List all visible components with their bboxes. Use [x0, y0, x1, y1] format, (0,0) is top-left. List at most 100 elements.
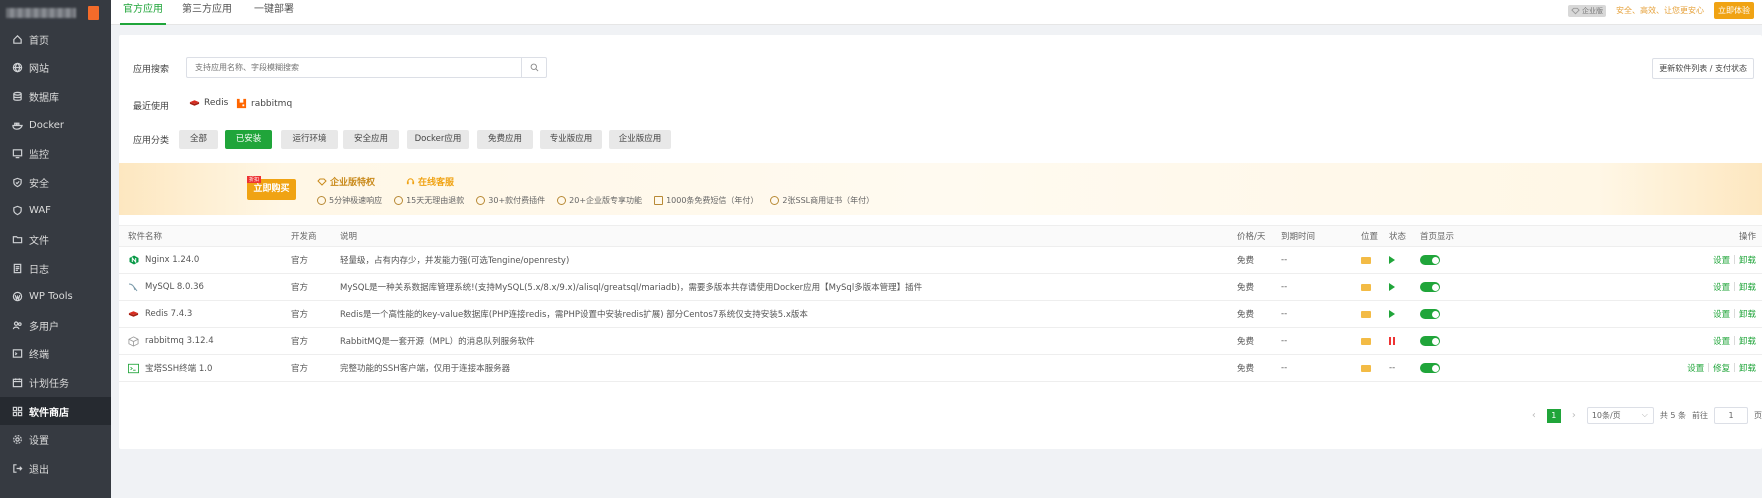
tab-one-click-deploy[interactable]: 一键部署: [254, 0, 294, 25]
try-now-button[interactable]: 立即体验: [1714, 2, 1754, 19]
category-free[interactable]: 免费应用: [477, 130, 533, 149]
sidebar-item[interactable]: 首页: [0, 25, 111, 54]
recent-item-redis[interactable]: Redis: [189, 98, 228, 108]
sidebar-item-label: 多用户: [29, 321, 59, 333]
sidebar-item[interactable]: 文件: [0, 225, 111, 254]
status-cell: [1389, 247, 1395, 273]
app-name-cell[interactable]: MySQL 8.0.36: [128, 274, 204, 300]
folder-icon[interactable]: [1361, 364, 1371, 372]
sidebar-item[interactable]: 软件商店: [0, 396, 111, 426]
diamond-icon: [317, 178, 327, 186]
update-software-list-button[interactable]: 更新软件列表 / 支付状态: [1652, 58, 1754, 79]
sidebar-item[interactable]: 网站: [0, 54, 111, 83]
terminal-icon: [11, 348, 23, 360]
tab-third-party-apps[interactable]: 第三方应用: [182, 0, 232, 25]
goto-page-input[interactable]: 1: [1714, 407, 1748, 424]
enterprise-privilege-title[interactable]: 企业版特权: [317, 175, 375, 188]
action-link[interactable]: 修复: [1713, 362, 1730, 374]
category-pro[interactable]: 专业版应用: [540, 130, 602, 149]
sidebar-item-label: 终端: [29, 350, 49, 362]
app-name-cell[interactable]: 宝塔SSH终端 1.0: [128, 355, 212, 381]
category-security[interactable]: 安全应用: [343, 130, 399, 149]
app-name-cell[interactable]: Redis 7.4.3: [128, 301, 192, 327]
homepage-toggle[interactable]: [1420, 363, 1440, 373]
enterprise-promo: 企业版 安全、高效、让您更安心 立即体验: [1568, 2, 1754, 19]
category-docker[interactable]: Docker应用: [407, 130, 469, 149]
folder-icon[interactable]: [1361, 283, 1371, 291]
action-link[interactable]: 设置: [1687, 362, 1704, 374]
sidebar-item[interactable]: WAF: [0, 197, 111, 226]
category-installed[interactable]: 已安装: [225, 130, 272, 149]
wordpress-icon: [11, 291, 23, 303]
action-link[interactable]: 卸载: [1739, 335, 1756, 347]
action-link[interactable]: 卸载: [1739, 281, 1756, 293]
search-input[interactable]: [187, 58, 521, 77]
sidebar-item[interactable]: 退出: [0, 454, 111, 483]
sidebar-item[interactable]: WP Tools: [0, 282, 111, 311]
sidebar-logo: [0, 0, 111, 25]
sidebar-item-label: 首页: [29, 35, 49, 47]
col-header-description: 说明: [340, 232, 358, 242]
sidebar-item-label: 日志: [29, 264, 49, 276]
action-link[interactable]: 设置: [1713, 281, 1730, 293]
alert-badge-icon[interactable]: [88, 5, 99, 20]
developer-cell: 官方: [291, 337, 309, 347]
homepage-toggle[interactable]: [1420, 336, 1440, 346]
category-enterprise[interactable]: 企业版应用: [609, 130, 671, 149]
folder-icon[interactable]: [1361, 256, 1371, 264]
folder-icon[interactable]: [1361, 310, 1371, 318]
action-link[interactable]: 设置: [1713, 308, 1730, 320]
homepage-toggle[interactable]: [1420, 309, 1440, 319]
sidebar-item[interactable]: 设置: [0, 425, 111, 454]
developer-cell: 官方: [291, 256, 309, 266]
prev-page-button[interactable]: ‹: [1527, 409, 1541, 423]
app-name: 宝塔SSH终端 1.0: [145, 364, 213, 374]
app-name-cell[interactable]: rabbitmq 3.12.4: [128, 328, 214, 354]
app-name-cell[interactable]: Nginx 1.24.0: [128, 247, 199, 273]
enterprise-badge-label: 企业版: [1582, 6, 1603, 15]
sidebar-item[interactable]: 数据库: [0, 82, 111, 111]
sidebar-item[interactable]: 安全: [0, 168, 111, 197]
expire-cell: --: [1281, 282, 1288, 292]
homepage-toggle[interactable]: [1420, 255, 1440, 265]
action-link[interactable]: 设置: [1713, 335, 1730, 347]
status-cell: [1389, 274, 1395, 300]
category-runtime[interactable]: 运行环境: [281, 130, 338, 149]
action-link[interactable]: 卸载: [1739, 254, 1756, 266]
tab-official-apps[interactable]: 官方应用: [120, 0, 166, 25]
category-all[interactable]: 全部: [179, 130, 218, 149]
sidebar-item[interactable]: 监控: [0, 139, 111, 168]
page-size-select[interactable]: 10条/页: [1586, 407, 1654, 424]
action-link[interactable]: 卸载: [1739, 308, 1756, 320]
table-row: Redis 7.4.3 官方 Redis是一个高性能的key-value数据库(…: [119, 301, 1762, 328]
feature-text: 20+企业版专享功能: [569, 196, 643, 205]
description-cell: 轻量级，占有内存少，并发能力强(可选Tengine/openresty): [340, 256, 570, 266]
online-support-link[interactable]: 在线客服: [406, 175, 454, 188]
price-cell: 免费: [1237, 337, 1255, 347]
sidebar-item[interactable]: 计划任务: [0, 368, 111, 397]
stopped-pause-icon[interactable]: [1389, 337, 1395, 345]
sidebar-item[interactable]: 多用户: [0, 311, 111, 340]
feature-item: 1000条免费短信（年付）: [654, 195, 758, 206]
running-play-icon[interactable]: [1389, 283, 1395, 291]
action-link[interactable]: 卸载: [1739, 362, 1756, 374]
running-play-icon[interactable]: [1389, 256, 1395, 264]
sidebar-item[interactable]: 日志: [0, 254, 111, 283]
recent-item-rabbitmq[interactable]: rabbitmq: [236, 98, 292, 109]
current-page[interactable]: 1: [1546, 408, 1561, 423]
enterprise-banner: 立即购买 折扣 企业版特权 在线客服 5分钟极速响应 15天无理由退款 30+款…: [119, 163, 1762, 215]
sidebar-item[interactable]: Docker: [0, 111, 111, 140]
sidebar-item-label: 设置: [29, 436, 49, 448]
headset-icon: [406, 178, 415, 185]
description-cell: MySQL是一种关系数据库管理系统!(支持MySQL(5.x/8.x/9.x)/…: [340, 283, 923, 293]
folder-icon[interactable]: [1361, 337, 1371, 345]
search-button[interactable]: [521, 58, 546, 77]
sidebar-item[interactable]: 终端: [0, 340, 111, 369]
recent-label: 最近使用: [133, 102, 170, 112]
sidebar-item-label: 网站: [29, 64, 49, 76]
developer-cell: 官方: [291, 283, 309, 293]
next-page-button[interactable]: ›: [1567, 409, 1581, 423]
homepage-toggle[interactable]: [1420, 282, 1440, 292]
action-link[interactable]: 设置: [1713, 254, 1730, 266]
running-play-icon[interactable]: [1389, 310, 1395, 318]
